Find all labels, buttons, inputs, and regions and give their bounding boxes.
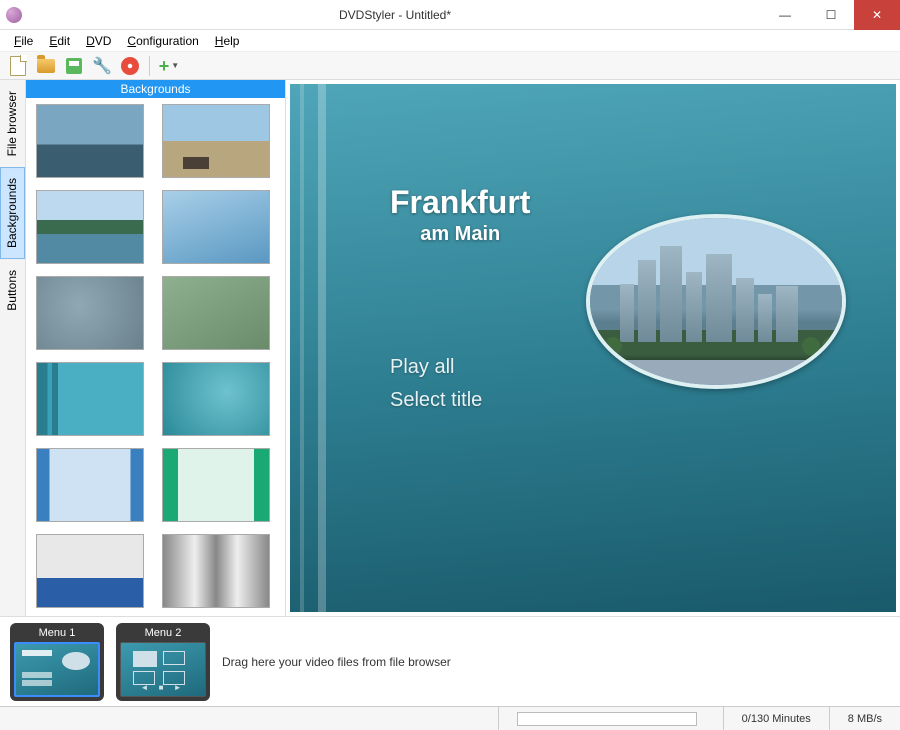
chevron-down-icon: ▼	[171, 61, 179, 70]
menu-title[interactable]: Frankfurt am Main	[390, 184, 530, 246]
city-image	[590, 218, 842, 385]
open-button[interactable]	[34, 54, 58, 78]
timeline-menu-preview	[14, 642, 100, 697]
progress-bar	[517, 712, 697, 726]
background-thumb[interactable]	[162, 448, 270, 522]
menu-configuration[interactable]: Configuration	[119, 32, 206, 50]
side-tabs: File browser Backgrounds Buttons	[0, 80, 26, 616]
background-thumb[interactable]	[36, 362, 144, 436]
menu-help[interactable]: Help	[207, 32, 248, 50]
background-thumb[interactable]	[36, 534, 144, 608]
timeline[interactable]: Menu 1 Menu 2 ◄ ■ ► Drag here your video…	[0, 616, 900, 706]
background-thumb[interactable]	[162, 276, 270, 350]
status-bitrate: 8 MB/s	[829, 707, 900, 730]
background-thumb[interactable]	[162, 362, 270, 436]
tab-backgrounds[interactable]: Backgrounds	[0, 167, 25, 259]
folder-icon	[37, 59, 55, 73]
background-thumb[interactable]	[162, 190, 270, 264]
title-bar: DVDStyler - Untitled* — ☐ ✕	[0, 0, 900, 30]
timeline-menu-preview: ◄ ■ ►	[120, 642, 206, 697]
new-icon	[10, 56, 26, 76]
toolbar-separator	[149, 56, 150, 76]
add-button[interactable]: +▼	[157, 54, 181, 78]
minimize-button[interactable]: —	[762, 0, 808, 30]
app-icon	[6, 7, 22, 23]
panel-header: Backgrounds	[26, 80, 285, 98]
status-progress-cell	[498, 707, 723, 730]
menu-preview[interactable]: Frankfurt am Main Play all Select title	[290, 84, 896, 612]
wrench-icon: 🔧	[92, 56, 112, 76]
background-thumb[interactable]	[162, 534, 270, 608]
menu-bar: File Edit DVD Configuration Help	[0, 30, 900, 52]
plus-icon: +	[159, 57, 170, 75]
backgrounds-panel: Backgrounds	[26, 80, 286, 616]
tab-file-browser[interactable]: File browser	[0, 80, 25, 167]
toolbar: 🔧 +▼	[0, 52, 900, 80]
timeline-drop-hint: Drag here your video files from file bro…	[222, 655, 451, 669]
timeline-menu-1[interactable]: Menu 1	[10, 623, 104, 701]
close-button[interactable]: ✕	[854, 0, 900, 30]
tab-buttons[interactable]: Buttons	[0, 259, 25, 322]
timeline-menu-2[interactable]: Menu 2 ◄ ■ ►	[116, 623, 210, 701]
disc-icon	[121, 57, 139, 75]
menu-link-select-title[interactable]: Select title	[390, 389, 482, 412]
background-thumb[interactable]	[36, 448, 144, 522]
background-thumb[interactable]	[36, 276, 144, 350]
window-title: DVDStyler - Untitled*	[28, 8, 762, 22]
status-duration: 0/130 Minutes	[723, 707, 829, 730]
menu-image-frame[interactable]	[586, 214, 846, 389]
timeline-menu-label: Menu 2	[120, 627, 206, 639]
menu-edit[interactable]: Edit	[41, 32, 78, 50]
menu-dvd[interactable]: DVD	[78, 32, 119, 50]
settings-button[interactable]: 🔧	[90, 54, 114, 78]
preview-pane: Frankfurt am Main Play all Select title	[286, 80, 900, 616]
save-icon	[66, 58, 82, 74]
main-area: File browser Backgrounds Buttons Backgro…	[0, 80, 900, 616]
menu-file[interactable]: File	[6, 32, 41, 50]
timeline-menu-label: Menu 1	[14, 627, 100, 639]
burn-button[interactable]	[118, 54, 142, 78]
status-bar: 0/130 Minutes 8 MB/s	[0, 706, 900, 730]
menu-link-play-all[interactable]: Play all	[390, 356, 482, 379]
menu-links: Play all Select title	[390, 356, 482, 422]
backgrounds-scroll[interactable]	[26, 98, 285, 616]
background-thumb[interactable]	[36, 190, 144, 264]
save-button[interactable]	[62, 54, 86, 78]
maximize-button[interactable]: ☐	[808, 0, 854, 30]
background-thumb[interactable]	[162, 104, 270, 178]
backgrounds-grid	[36, 104, 281, 608]
new-button[interactable]	[6, 54, 30, 78]
background-thumb[interactable]	[36, 104, 144, 178]
menu-subtitle[interactable]: am Main	[390, 223, 530, 246]
